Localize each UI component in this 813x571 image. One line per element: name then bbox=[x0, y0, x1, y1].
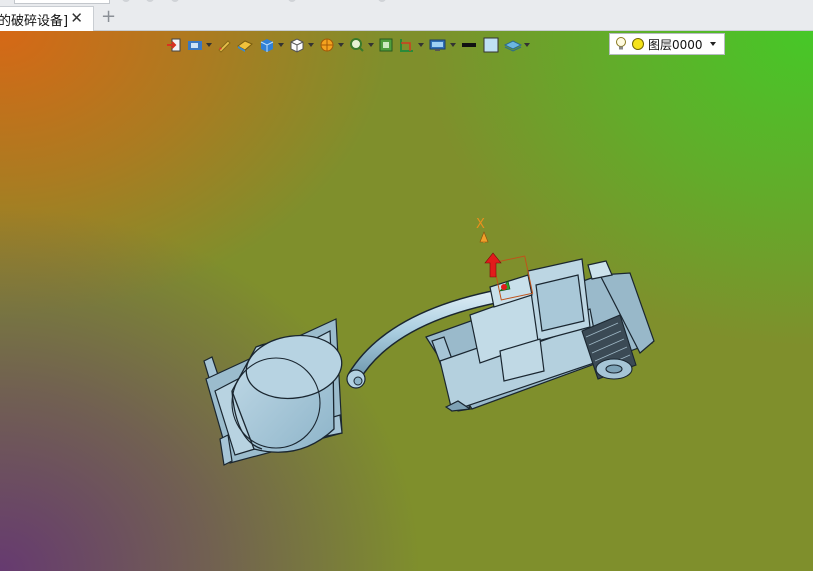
document-tab-title: 的破碎设备] bbox=[0, 13, 69, 29]
cad-model-scene[interactable]: X bbox=[0, 31, 813, 571]
close-icon[interactable]: ✕ bbox=[70, 10, 83, 27]
document-tab[interactable]: 的破碎设备] ✕ bbox=[0, 6, 94, 31]
3d-viewport[interactable]: 图层0000 X bbox=[0, 31, 813, 571]
top-input-strip[interactable] bbox=[14, 0, 110, 4]
hopper-drum bbox=[231, 334, 343, 453]
axis-label-x: X bbox=[476, 217, 485, 232]
plus-icon[interactable]: + bbox=[101, 8, 116, 26]
top-toolbar-fragment bbox=[122, 0, 386, 2]
tab-bar: 的破碎设备] ✕ + bbox=[0, 0, 813, 31]
